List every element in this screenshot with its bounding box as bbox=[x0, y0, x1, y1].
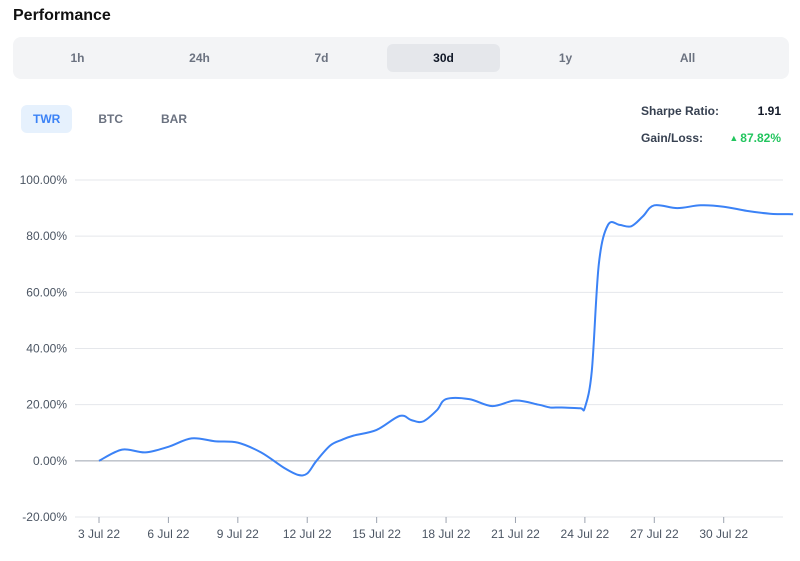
range-tab-30d[interactable]: 30d bbox=[387, 44, 500, 72]
mode-tab-twr[interactable]: TWR bbox=[21, 105, 73, 133]
x-tick-label: 18 Jul 22 bbox=[422, 527, 471, 541]
y-tick-label: 80.00% bbox=[26, 229, 67, 243]
triangle-up-icon: ▲ bbox=[729, 133, 739, 143]
range-tab-7d[interactable]: 7d bbox=[265, 44, 378, 72]
gain-loss-row: Gain/Loss: ▲ 87.82% bbox=[641, 131, 781, 148]
gain-loss-label: Gain/Loss: bbox=[641, 131, 704, 145]
y-tick-label: -20.00% bbox=[22, 510, 67, 524]
performance-series-line bbox=[98, 204, 794, 477]
x-tick-label: 27 Jul 22 bbox=[630, 527, 679, 541]
sharpe-ratio-label: Sharpe Ratio: bbox=[641, 104, 720, 118]
x-tick-label: 12 Jul 22 bbox=[283, 527, 332, 541]
sharpe-ratio-value: 1.91 bbox=[757, 104, 781, 118]
y-tick-label: 0.00% bbox=[33, 454, 67, 468]
mode-tab-btc[interactable]: BTC bbox=[86, 105, 135, 133]
y-tick-label: 40.00% bbox=[26, 342, 67, 356]
range-tab-all[interactable]: All bbox=[631, 44, 744, 72]
x-tick-label: 3 Jul 22 bbox=[78, 527, 120, 541]
performance-line-chart: 100.00% 80.00% 60.00% 40.00% 20.00% 0.00% -20.… bbox=[20, 173, 794, 541]
x-tick-label: 9 Jul 22 bbox=[217, 527, 259, 541]
x-tick-label: 6 Jul 22 bbox=[147, 527, 189, 541]
x-tick-label: 24 Jul 22 bbox=[561, 527, 610, 541]
mode-tab-bar[interactable]: BAR bbox=[149, 105, 199, 133]
y-tick-label: 20.00% bbox=[26, 398, 67, 412]
gain-loss-value: 87.82% bbox=[740, 131, 781, 145]
time-range-selector: 1h 24h 7d 30d 1y All bbox=[13, 37, 789, 79]
range-tab-24h[interactable]: 24h bbox=[143, 44, 256, 72]
chart-mode-selector: TWR BTC BAR bbox=[21, 105, 213, 133]
gain-loss-value-wrap: ▲ 87.82% bbox=[729, 131, 781, 148]
sharpe-ratio-row: Sharpe Ratio: 1.91 bbox=[641, 104, 781, 121]
x-tick-label: 30 Jul 22 bbox=[699, 527, 748, 541]
range-tab-1y[interactable]: 1y bbox=[509, 44, 622, 72]
y-tick-label: 60.00% bbox=[26, 285, 67, 299]
performance-stats: Sharpe Ratio: 1.91 Gain/Loss: ▲ 87.82% bbox=[641, 104, 781, 158]
range-tab-1h[interactable]: 1h bbox=[21, 44, 134, 72]
page-title: Performance bbox=[13, 7, 111, 24]
x-tick-label: 21 Jul 22 bbox=[491, 527, 540, 541]
y-tick-label: 100.00% bbox=[20, 173, 68, 187]
x-tick-label: 15 Jul 22 bbox=[352, 527, 401, 541]
